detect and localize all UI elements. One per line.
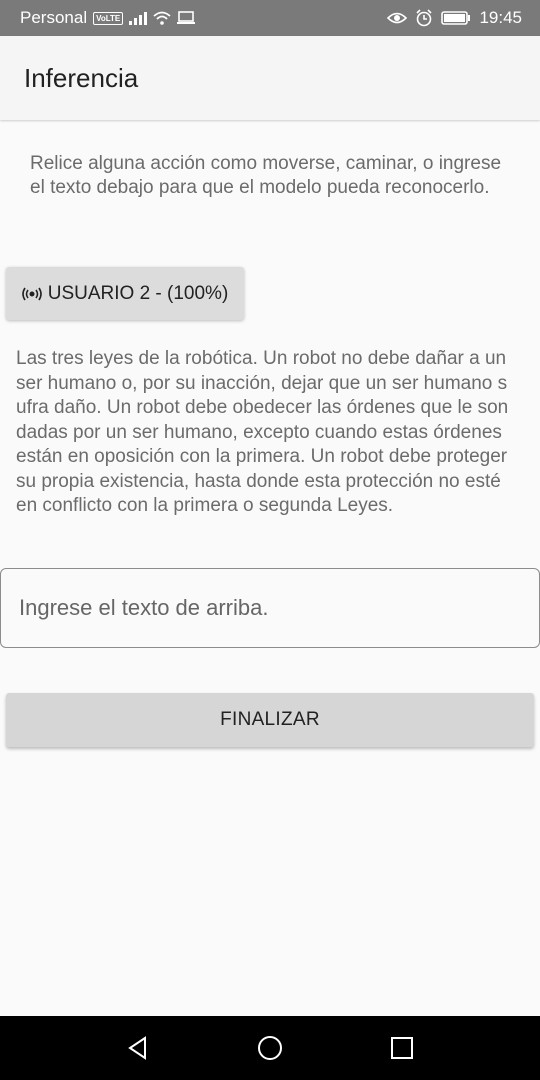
alarm-icon xyxy=(415,9,433,27)
signal-icon xyxy=(129,11,148,25)
text-input[interactable] xyxy=(0,568,540,648)
home-icon[interactable] xyxy=(250,1028,290,1068)
eye-icon xyxy=(387,11,408,25)
broadcast-icon xyxy=(21,287,42,301)
cast-icon xyxy=(177,11,196,25)
navigation-bar xyxy=(0,1016,540,1080)
clock-time: 19:45 xyxy=(479,8,522,27)
instructions-text: Relice alguna acción como moverse, camin… xyxy=(30,153,502,198)
back-icon[interactable] xyxy=(118,1028,158,1068)
page-title: Inferencia xyxy=(24,62,139,93)
user-chip-button[interactable]: USUARIO 2 - (100%) xyxy=(6,267,244,320)
volte-badge: VoLTE xyxy=(93,11,124,25)
finish-button[interactable]: FINALIZAR xyxy=(6,693,534,747)
app-bar: Inferencia xyxy=(0,36,540,120)
wifi-icon xyxy=(153,11,171,25)
user-chip-label: USUARIO 2 - (100%) xyxy=(47,282,229,304)
battery-icon xyxy=(441,11,471,25)
carrier-name: Personal xyxy=(20,8,88,27)
status-left: Personal VoLTE xyxy=(20,8,196,28)
status-bar: Personal VoLTE 19:45 xyxy=(0,0,540,36)
reference-text: Las tres leyes de la robótica. Un robot … xyxy=(16,348,509,516)
recents-icon[interactable] xyxy=(382,1028,422,1068)
status-right: 19:45 xyxy=(387,8,522,28)
